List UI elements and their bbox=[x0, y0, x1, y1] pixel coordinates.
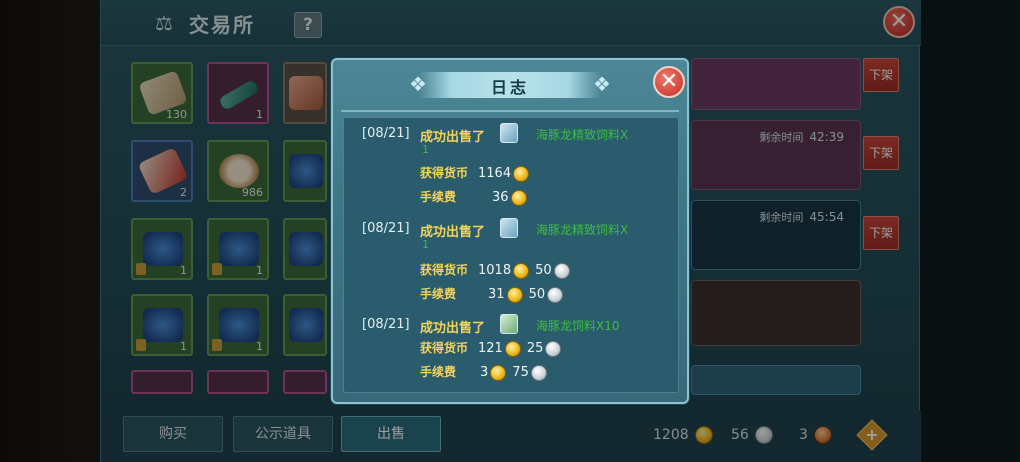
silver-coin-icon bbox=[545, 340, 562, 357]
feed-bag-icon bbox=[500, 314, 518, 334]
gold-coin-icon bbox=[490, 364, 507, 381]
earned-row: 获得货币 1018 50 bbox=[420, 261, 576, 279]
gold-coin-icon bbox=[513, 165, 530, 182]
entry-item-name[interactable]: 海豚龙饲料X10 bbox=[536, 317, 620, 334]
divider bbox=[341, 110, 679, 112]
entry-item-name-cont: 1 bbox=[422, 143, 429, 156]
close-dialog-button[interactable]: ✕ bbox=[653, 66, 685, 98]
log-list[interactable]: [08/21] 成功出售了 海豚龙精致饲料X 1 获得货币 1164 手续费 36 … bbox=[343, 117, 679, 393]
earned-row: 获得货币 121 25 bbox=[420, 339, 567, 357]
fee-row: 手续费 36 bbox=[420, 188, 533, 206]
gold-coin-icon bbox=[513, 262, 530, 279]
silver-coin-icon bbox=[530, 364, 547, 381]
entry-item-name[interactable]: 海豚龙精致饲料X bbox=[536, 221, 628, 238]
earned-row: 获得货币 1164 bbox=[420, 164, 535, 182]
silver-coin-icon bbox=[547, 286, 564, 303]
entry-date: [08/21] bbox=[362, 317, 410, 332]
entry-date: [08/21] bbox=[362, 126, 410, 141]
entry-item-name-cont: 1 bbox=[422, 238, 429, 251]
gold-coin-icon bbox=[506, 286, 523, 303]
entry-action: 成功出售了 bbox=[420, 130, 486, 145]
fee-row: 手续费 3 75 bbox=[420, 363, 553, 381]
entry-action: 成功出售了 bbox=[420, 321, 486, 336]
gold-coin-icon bbox=[504, 340, 521, 357]
feed-bag-icon bbox=[500, 123, 518, 143]
gold-coin-icon bbox=[510, 189, 527, 206]
silver-coin-icon bbox=[553, 262, 570, 279]
entry-date: [08/21] bbox=[362, 221, 410, 236]
entry-item-name[interactable]: 海豚龙精致饲料X bbox=[536, 126, 628, 143]
fee-row: 手续费 31 50 bbox=[420, 285, 569, 303]
feed-bag-icon bbox=[500, 218, 518, 238]
dialog-title: 日志 bbox=[490, 78, 529, 97]
dialog-header: ❖ ❖ 日志 ✕ bbox=[333, 60, 687, 112]
entry-action: 成功出售了 bbox=[420, 225, 486, 240]
log-dialog: ❖ ❖ 日志 ✕ [08/21] 成功出售了 海豚龙精致饲料X 1 获得货币 11… bbox=[331, 58, 689, 404]
